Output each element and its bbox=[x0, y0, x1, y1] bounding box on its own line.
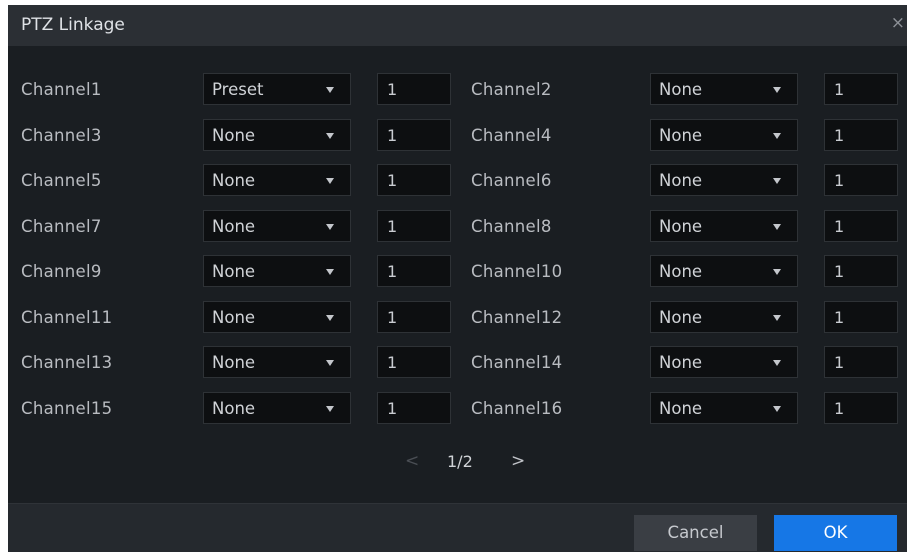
ptz-type-value: None bbox=[659, 353, 703, 372]
cancel-button[interactable]: Cancel bbox=[634, 515, 757, 551]
preset-number-value: 1 bbox=[834, 216, 845, 236]
ptz-type-value: None bbox=[659, 80, 703, 99]
preset-number-input[interactable]: 1 bbox=[824, 164, 898, 196]
ptz-type-select[interactable]: None bbox=[650, 209, 798, 242]
preset-number-input[interactable]: 1 bbox=[824, 255, 898, 287]
dialog-titlebar: PTZ Linkage × bbox=[8, 5, 907, 46]
preset-number-value: 1 bbox=[834, 125, 845, 145]
channel-row: Channel12 None 1 bbox=[8, 300, 907, 335]
channel-row: Channel2 None 1 bbox=[8, 73, 907, 107]
channel-label: Channel10 bbox=[471, 262, 563, 281]
ptz-type-select[interactable]: None bbox=[650, 391, 798, 424]
channel-label: Channel4 bbox=[471, 125, 552, 145]
channel-row: Channel14 None 1 bbox=[8, 346, 907, 380]
page-indicator: 1/2 bbox=[447, 452, 473, 471]
channel-row: Channel6 None 1 bbox=[8, 164, 907, 198]
preset-number-value: 1 bbox=[834, 353, 845, 372]
ptz-type-select[interactable]: None bbox=[650, 300, 798, 333]
preset-number-value: 1 bbox=[834, 307, 845, 327]
ptz-type-select[interactable]: None bbox=[650, 164, 798, 196]
preset-number-input[interactable]: 1 bbox=[824, 209, 898, 242]
ptz-type-select[interactable]: None bbox=[650, 346, 798, 378]
ptz-type-value: None bbox=[659, 171, 703, 190]
ptz-type-value: None bbox=[659, 125, 703, 145]
preset-number-value: 1 bbox=[834, 398, 845, 418]
preset-number-input[interactable]: 1 bbox=[824, 391, 898, 424]
channel-label: Channel14 bbox=[471, 353, 563, 372]
channel-label: Channel8 bbox=[471, 216, 552, 236]
channel-label: Channel12 bbox=[471, 307, 563, 327]
ptz-type-select[interactable]: None bbox=[650, 118, 798, 151]
pagination: < 1/2 > bbox=[8, 451, 907, 475]
caret-down-icon bbox=[773, 314, 781, 321]
ptz-type-value: None bbox=[659, 216, 703, 236]
preset-number-value: 1 bbox=[834, 262, 845, 281]
caret-down-icon bbox=[773, 269, 781, 275]
preset-number-value: 1 bbox=[834, 171, 845, 190]
channel-label: Channel2 bbox=[471, 80, 552, 99]
channel-label: Channel6 bbox=[471, 171, 552, 190]
ptz-type-value: None bbox=[659, 262, 703, 281]
preset-number-value: 1 bbox=[834, 80, 845, 99]
caret-down-icon bbox=[773, 223, 781, 230]
caret-down-icon bbox=[773, 178, 781, 184]
ptz-type-value: None bbox=[659, 307, 703, 327]
ptz-type-select[interactable]: None bbox=[650, 73, 798, 105]
channel-row: Channel8 None 1 bbox=[8, 209, 907, 244]
ok-button[interactable]: OK bbox=[774, 515, 897, 551]
preset-number-input[interactable]: 1 bbox=[824, 346, 898, 378]
dialog-footer: Cancel OK bbox=[8, 503, 907, 552]
preset-number-input[interactable]: 1 bbox=[824, 300, 898, 333]
caret-down-icon bbox=[773, 132, 781, 139]
caret-down-icon bbox=[773, 87, 781, 93]
ptz-type-select[interactable]: None bbox=[650, 255, 798, 287]
channel-row: Channel16 None 1 bbox=[8, 391, 907, 426]
ptz-linkage-dialog: PTZ Linkage × Channel1 Preset 1 Channel2 Non… bbox=[8, 5, 907, 552]
caret-down-icon bbox=[773, 360, 781, 366]
ptz-type-value: None bbox=[659, 398, 703, 418]
preset-number-input[interactable]: 1 bbox=[824, 118, 898, 151]
channel-row: Channel10 None 1 bbox=[8, 255, 907, 289]
chevron-right-icon[interactable]: > bbox=[511, 451, 525, 471]
caret-down-icon bbox=[773, 405, 781, 412]
close-icon[interactable]: × bbox=[891, 15, 905, 32]
chevron-left-icon[interactable]: < bbox=[405, 451, 419, 471]
preset-number-input[interactable]: 1 bbox=[824, 73, 898, 105]
channel-label: Channel16 bbox=[471, 398, 563, 418]
dialog-title: PTZ Linkage bbox=[21, 15, 125, 35]
channel-row: Channel4 None 1 bbox=[8, 118, 907, 153]
